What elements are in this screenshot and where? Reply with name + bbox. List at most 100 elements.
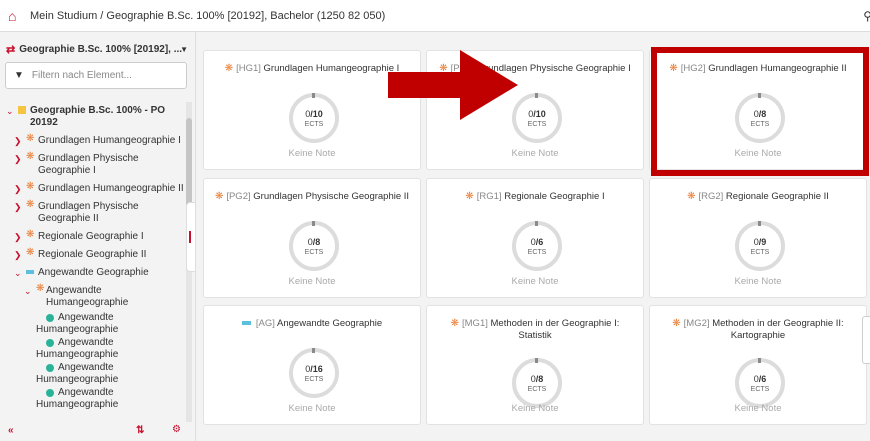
filter-input[interactable]: ▼ Filtern nach Element... xyxy=(5,62,187,89)
tree-item[interactable]: ❯ ❋ Grundlagen Humangeographie I xyxy=(0,132,186,150)
ects-progress-ring: 0/8 ECTS xyxy=(735,93,785,143)
tree-item-label: Angewandte Humangeographie xyxy=(46,285,129,308)
grip-icon xyxy=(189,231,191,243)
tree-item-label: Geographie B.Sc. 100% - PO 20192 xyxy=(30,105,166,128)
ects-value: 0/8 xyxy=(753,109,767,119)
module-title: Angewandte Geographie xyxy=(277,318,383,329)
module-code: [AG] xyxy=(255,318,275,329)
ects-progress-ring: 0/6 ECTS xyxy=(512,221,562,271)
module-icon: ❋ xyxy=(224,63,234,74)
ects-progress-ring: 0/16 ECTS xyxy=(289,348,339,398)
ects-progress-ring: 0/10 ECTS xyxy=(289,93,339,143)
tree-item[interactable]: ❯ ❋ Regionale Geographie I xyxy=(0,228,186,246)
ects-progress-ring: 0/10 ECTS xyxy=(512,93,562,143)
tree-item[interactable]: Angewandte Humangeographie xyxy=(0,362,186,387)
chevron-right-icon[interactable]: ❯ xyxy=(14,231,22,243)
tree-item[interactable]: ❯ ❋ Grundlagen Physische Geographie II xyxy=(0,198,186,228)
collapse-sidebar-icon[interactable]: « xyxy=(8,425,14,436)
chevron-right-icon[interactable]: ❯ xyxy=(14,153,22,165)
tree-item[interactable]: Angewandte Humangeographie xyxy=(0,387,186,412)
module-card[interactable]: ❋ [MG2] Methoden in der Geographie II: Ka… xyxy=(649,305,867,425)
tree-item[interactable]: ⌄ Angewandte Geographie xyxy=(0,264,186,282)
module-card[interactable]: [AG] Angewandte Geographie 0/16 ECTS Keine … xyxy=(203,305,421,425)
chevron-down-icon[interactable]: ⌄ xyxy=(6,105,14,117)
tree-item-label: Grundlagen Humangeographie I xyxy=(38,135,181,146)
module-card[interactable]: ❋ [PG1] Grundlagen Physische Geographie I… xyxy=(426,50,644,170)
progress-tick xyxy=(535,221,538,226)
ects-value: 0/10 xyxy=(528,109,546,119)
tree-item[interactable]: Angewandte Humangeographie xyxy=(0,312,186,337)
module-icon: ❋ xyxy=(214,191,224,202)
tree-item-label: Grundlagen Physische Geographie I xyxy=(38,153,139,176)
module-tree: ⌄ Geographie B.Sc. 100% - PO 20192 ❯ ❋ G… xyxy=(0,102,186,422)
gear-icon[interactable]: ⚙ xyxy=(172,424,181,435)
side-tab[interactable] xyxy=(862,316,870,364)
ects-value: 0/8 xyxy=(530,374,544,384)
progress-tick xyxy=(758,93,761,98)
module-card[interactable]: ❋ [HG2] Grundlagen Humangeographie II 0/8 E… xyxy=(649,50,867,170)
card-title: ❋ [MG1] Methoden in der Geographie I: Sta… xyxy=(427,318,643,342)
chevron-down-icon: ▼ xyxy=(180,44,188,54)
chevron-right-icon[interactable]: ❯ xyxy=(14,249,22,261)
chevron-right-icon[interactable]: ❯ xyxy=(14,201,22,213)
program-select[interactable]: ⇄ Geographie B.Sc. 100% [20192], ... ▼ xyxy=(6,40,190,58)
module-code: [HG1] xyxy=(236,63,261,74)
scrollbar-thumb[interactable] xyxy=(186,118,192,208)
module-card[interactable]: ❋ [RG1] Regionale Geographie I 0/6 ECTS Kein… xyxy=(426,178,644,298)
grade-note: Keine Note xyxy=(288,403,336,414)
module-title: Grundlagen Humangeographie II xyxy=(708,63,847,74)
ects-value: 0/8 xyxy=(307,237,321,247)
card-title: ❋ [HG1] Grundlagen Humangeographie I xyxy=(204,63,420,75)
search-icon[interactable]: ⚲ xyxy=(863,9,870,23)
chevron-down-icon[interactable]: ⌄ xyxy=(24,285,32,297)
chevron-right-icon[interactable]: ❯ xyxy=(14,135,22,147)
module-card[interactable]: ❋ [MG1] Methoden in der Geographie I: Sta… xyxy=(426,305,644,425)
tree-item[interactable]: ⌄ Geographie B.Sc. 100% - PO 20192 xyxy=(0,102,186,132)
tree-item-label: Grundlagen Humangeographie II xyxy=(38,183,184,194)
chevron-down-icon[interactable]: ⌄ xyxy=(14,267,22,279)
tree-item[interactable]: ❯ ❋ Regionale Geographie II xyxy=(0,246,186,264)
folder-icon xyxy=(18,106,26,114)
ects-unit: ECTS xyxy=(527,121,547,128)
ects-unit: ECTS xyxy=(304,121,324,128)
course-icon xyxy=(46,314,54,322)
card-title: ❋ [PG1] Grundlagen Physische Geographie I xyxy=(427,63,643,75)
module-card[interactable]: ❋ [RG2] Regionale Geographie II 0/9 ECTS Kei… xyxy=(649,178,867,298)
module-card[interactable]: ❋ [HG1] Grundlagen Humangeographie I 0/10 E… xyxy=(203,50,421,170)
module-title: Grundlagen Physische Geographie II xyxy=(253,191,410,202)
tree-item[interactable]: ⌄ ❋ Angewandte Humangeographie xyxy=(0,282,186,312)
progress-tick xyxy=(535,358,538,363)
module-card[interactable]: ❋ [PG2] Grundlagen Physische Geographie I… xyxy=(203,178,421,298)
tree-item[interactable]: ❯ ❋ Grundlagen Physische Geographie I xyxy=(0,150,186,180)
ects-unit: ECTS xyxy=(750,249,770,256)
ects-progress-ring: 0/8 ECTS xyxy=(289,221,339,271)
ects-unit: ECTS xyxy=(750,386,770,393)
home-icon[interactable]: ⌂ xyxy=(8,8,30,24)
tree-item[interactable]: ❯ ❋ Grundlagen Humangeographie II xyxy=(0,180,186,198)
module-title: Regionale Geographie II xyxy=(725,191,829,202)
course-icon xyxy=(46,339,54,347)
card-title: ❋ [MG2] Methoden in der Geographie II: Ka… xyxy=(650,318,866,342)
chevron-right-icon[interactable]: ❯ xyxy=(14,183,22,195)
module-code: [RG1] xyxy=(476,191,502,202)
module-title: Methoden in der Geographie I: Statistik xyxy=(490,318,620,341)
ects-value: 0/10 xyxy=(305,109,323,119)
module-icon: ❋ xyxy=(26,133,35,144)
group-icon xyxy=(241,321,251,326)
sidebar-resize-handle[interactable] xyxy=(186,202,196,272)
sidebar-footer: « ⇅ ⚙ xyxy=(0,423,196,441)
module-code: [HG2] xyxy=(680,63,706,74)
ects-unit: ECTS xyxy=(304,376,324,383)
module-icon: ❋ xyxy=(26,229,35,240)
sort-icon[interactable]: ⇅ xyxy=(136,425,144,436)
course-icon xyxy=(46,364,54,372)
grade-note: Keine Note xyxy=(511,148,559,159)
card-title: [AG] Angewandte Geographie xyxy=(204,318,420,330)
ects-unit: ECTS xyxy=(750,121,770,128)
module-icon: ❋ xyxy=(36,283,45,294)
module-icon: ❋ xyxy=(439,63,448,74)
tree-item-label: Angewandte Geographie xyxy=(38,267,149,278)
module-icon: ❋ xyxy=(26,151,35,162)
tree-item[interactable]: Angewandte Humangeographie xyxy=(0,337,186,362)
module-icon: ❋ xyxy=(26,247,35,258)
